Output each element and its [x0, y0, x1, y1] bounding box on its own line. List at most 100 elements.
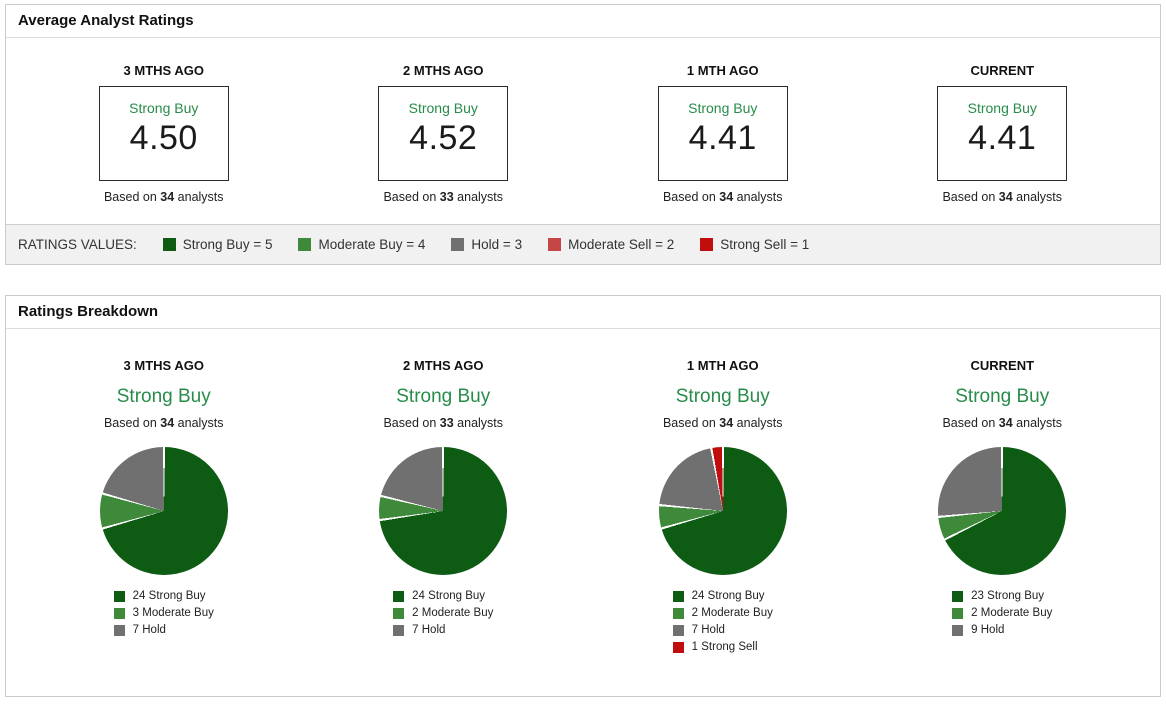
analyst-ratings-page: Average Analyst Ratings 3 MTHS AGO Stron… [0, 0, 1166, 722]
breakdown-period-column: CURRENT Strong Buy Based on 34 analysts … [863, 359, 1143, 658]
based-on-text: Based on 34 analysts [662, 190, 783, 204]
rating-value-label: Hold = 3 [471, 237, 523, 252]
rating-value: 4.52 [409, 119, 478, 157]
rating-value: 4.50 [129, 119, 198, 157]
ratings-values-label: RATINGS VALUES: [18, 237, 137, 252]
period-label: 2 MTHS AGO [403, 63, 484, 78]
rating-period-column: CURRENT Strong Buy 4.41 Based on 34 anal… [863, 64, 1143, 204]
slice-color-swatch [952, 607, 964, 619]
rating-value-label: Moderate Buy = 4 [318, 237, 426, 252]
slice-count-label: 2 Moderate Buy [412, 607, 494, 619]
pie-legend-row: 2 Moderate Buy [393, 607, 493, 619]
slice-count-label: 1 Strong Sell [691, 641, 758, 653]
rating-value: 4.41 [968, 119, 1037, 157]
ratings-values-bar: RATINGS VALUES: Strong Buy = 5 Moderate … [6, 224, 1160, 264]
period-label: CURRENT [970, 358, 1035, 373]
slice-color-swatch [672, 641, 684, 653]
pie-legend-row: 7 Hold [672, 624, 773, 636]
breakdown-period-column: 2 MTHS AGO Strong Buy Based on 33 analys… [304, 359, 584, 658]
rating-label: Strong Buy [408, 100, 478, 116]
pie-legend-row: 24 Strong Buy [672, 590, 773, 602]
ratings-values-item: Moderate Sell = 2 [548, 237, 674, 252]
rating-color-swatch [548, 238, 562, 251]
based-on-text: Based on 34 analysts [103, 416, 224, 430]
rating-color-swatch [162, 238, 176, 251]
ratings-values-items: Strong Buy = 5 Moderate Buy = 4 Hold = 3… [137, 237, 809, 252]
slice-count-label: 7 Hold [132, 624, 166, 636]
period-label: 3 MTHS AGO [123, 358, 204, 373]
pie-legend-row: 7 Hold [113, 624, 214, 636]
pie-legend: 24 Strong Buy 2 Moderate Buy 7 Hold [393, 590, 493, 641]
slice-count-label: 24 Strong Buy [691, 590, 765, 602]
rating-label: Strong Buy [955, 386, 1050, 407]
rating-value-label: Strong Sell = 1 [720, 237, 810, 252]
slice-color-swatch [952, 590, 964, 602]
rating-label: Strong Buy [967, 100, 1037, 116]
slice-color-swatch [672, 607, 684, 619]
based-on-text: Based on 33 analysts [383, 190, 504, 204]
rating-label: Strong Buy [396, 386, 491, 407]
rating-value: 4.41 [688, 119, 757, 157]
ratings-breakdown-columns: 3 MTHS AGO Strong Buy Based on 34 analys… [6, 329, 1160, 696]
slice-color-swatch [113, 607, 125, 619]
ratings-breakdown-title: Ratings Breakdown [6, 296, 1160, 329]
period-label: CURRENT [970, 63, 1035, 78]
slice-count-label: 3 Moderate Buy [132, 607, 214, 619]
based-on-text: Based on 34 analysts [942, 416, 1063, 430]
slice-count-label: 24 Strong Buy [132, 590, 206, 602]
rating-value-label: Strong Buy = 5 [182, 237, 273, 252]
slice-color-swatch [113, 590, 125, 602]
pie-legend-row: 2 Moderate Buy [672, 607, 773, 619]
slice-count-label: 2 Moderate Buy [971, 607, 1053, 619]
rating-color-swatch [700, 238, 714, 251]
ratings-pie-chart [938, 447, 1067, 575]
slice-color-swatch [952, 624, 964, 636]
based-on-text: Based on 34 analysts [103, 190, 224, 204]
ratings-pie-chart [379, 447, 508, 575]
based-on-text: Based on 34 analysts [662, 416, 783, 430]
rating-period-column: 1 MTH AGO Strong Buy 4.41 Based on 34 an… [583, 64, 863, 204]
pie-legend-row: 2 Moderate Buy [952, 607, 1052, 619]
ratings-pie-chart [99, 447, 228, 575]
slice-count-label: 24 Strong Buy [412, 590, 486, 602]
pie-legend-row: 7 Hold [393, 624, 493, 636]
slice-count-label: 23 Strong Buy [971, 590, 1045, 602]
breakdown-period-column: 3 MTHS AGO Strong Buy Based on 34 analys… [24, 359, 304, 658]
rating-box: Strong Buy 4.50 [98, 86, 229, 181]
slice-count-label: 7 Hold [691, 624, 725, 636]
slice-color-swatch [672, 590, 684, 602]
slice-count-label: 2 Moderate Buy [691, 607, 773, 619]
period-label: 1 MTH AGO [686, 358, 759, 373]
based-on-text: Based on 33 analysts [383, 416, 504, 430]
rating-label: Strong Buy [675, 386, 770, 407]
pie-legend: 23 Strong Buy 2 Moderate Buy 9 Hold [952, 590, 1052, 641]
ratings-values-item: Strong Sell = 1 [700, 237, 809, 252]
slice-color-swatch [393, 607, 405, 619]
ratings-values-item: Moderate Buy = 4 [298, 237, 425, 252]
slice-color-swatch [113, 624, 125, 636]
rating-label: Strong Buy [688, 100, 758, 116]
pie-legend-row: 3 Moderate Buy [113, 607, 214, 619]
average-ratings-panel: Average Analyst Ratings 3 MTHS AGO Stron… [5, 4, 1161, 265]
ratings-values-item: Hold = 3 [451, 237, 522, 252]
rating-box: Strong Buy 4.41 [657, 86, 788, 181]
based-on-text: Based on 34 analysts [942, 190, 1063, 204]
ratings-pie-chart [658, 447, 787, 575]
slice-color-swatch [393, 590, 405, 602]
period-label: 1 MTH AGO [686, 63, 759, 78]
rating-color-swatch [298, 238, 312, 251]
ratings-values-item: Strong Buy = 5 [162, 237, 273, 252]
rating-period-column: 3 MTHS AGO Strong Buy 4.50 Based on 34 a… [24, 64, 304, 204]
ratings-breakdown-panel: Ratings Breakdown 3 MTHS AGO Strong Buy … [5, 295, 1161, 697]
breakdown-period-column: 1 MTH AGO Strong Buy Based on 34 analyst… [583, 359, 863, 658]
rating-box: Strong Buy 4.41 [937, 86, 1068, 181]
slice-color-swatch [672, 624, 684, 636]
slice-count-label: 9 Hold [971, 624, 1005, 636]
average-ratings-columns: 3 MTHS AGO Strong Buy 4.50 Based on 34 a… [6, 38, 1160, 224]
rating-label: Strong Buy [116, 386, 211, 407]
pie-legend: 24 Strong Buy 2 Moderate Buy 7 Hold 1 St… [672, 590, 773, 658]
pie-legend-row: 24 Strong Buy [113, 590, 214, 602]
slice-color-swatch [393, 624, 405, 636]
rating-value-label: Moderate Sell = 2 [568, 237, 675, 252]
rating-period-column: 2 MTHS AGO Strong Buy 4.52 Based on 33 a… [304, 64, 584, 204]
